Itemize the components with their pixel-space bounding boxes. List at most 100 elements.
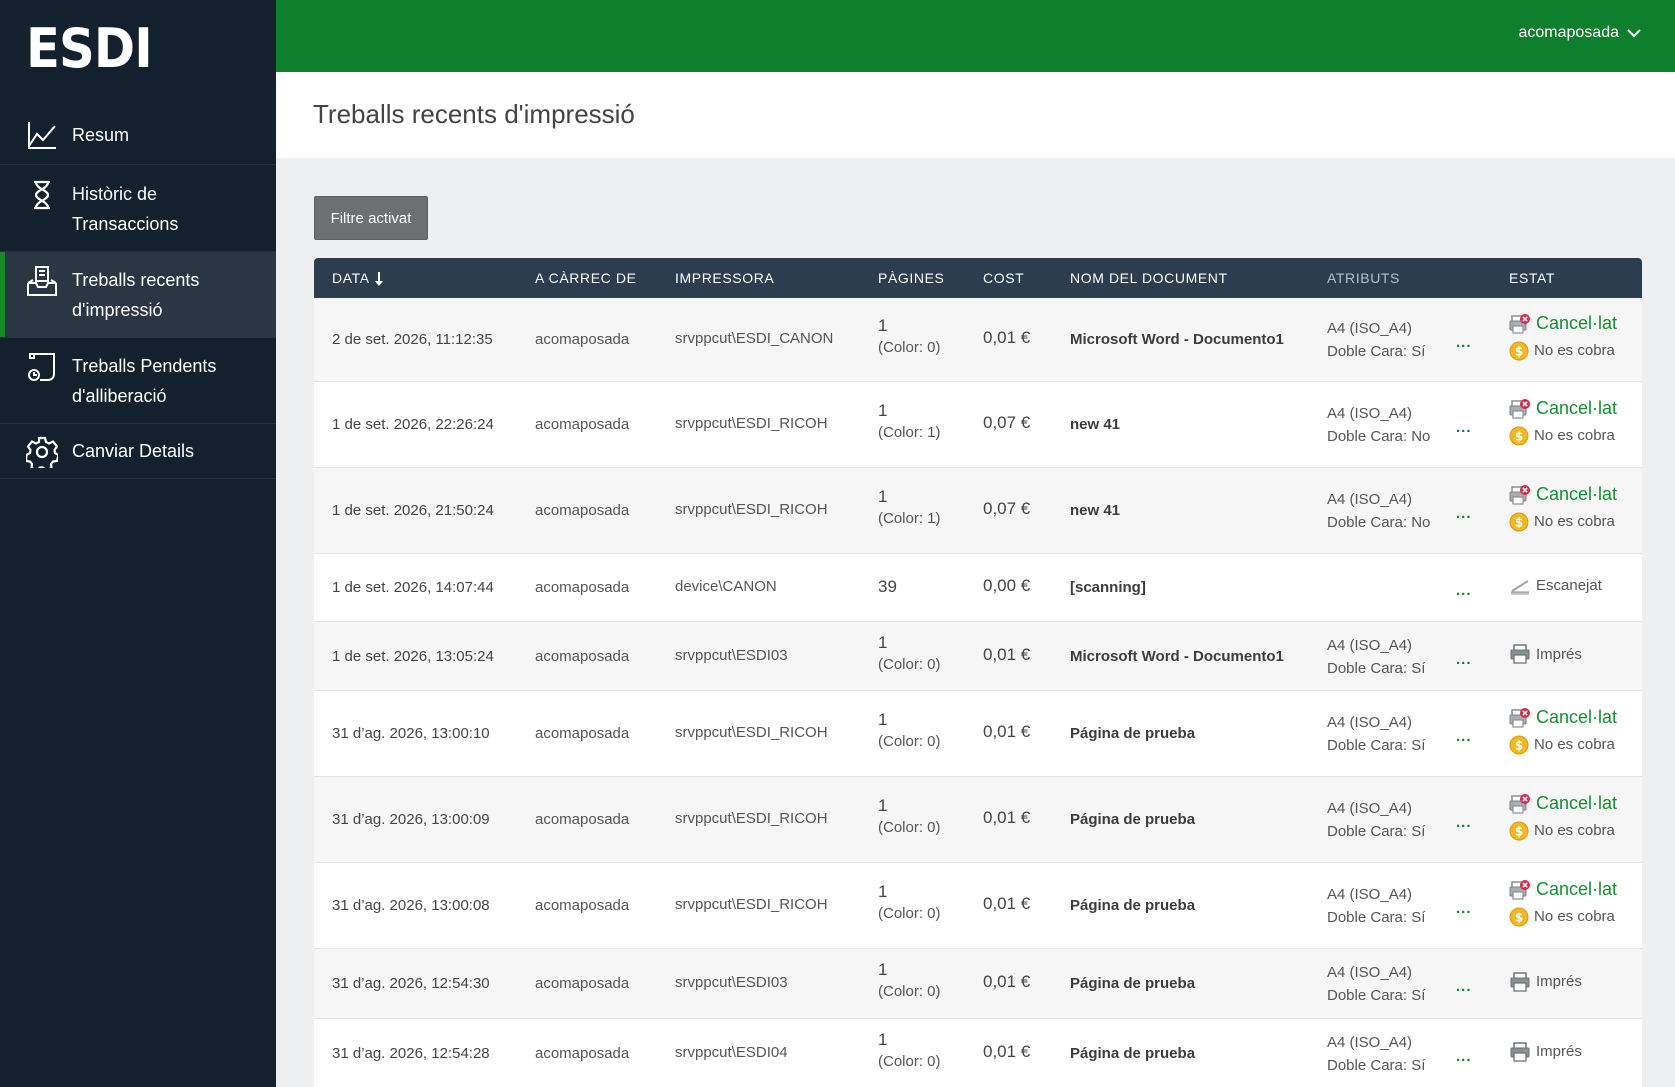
logo[interactable]: ESDI: [0, 0, 276, 105]
inbox-tray-icon: [27, 266, 57, 296]
status-canceled: Cancel·lat: [1509, 481, 1617, 508]
hourglass-icon: [34, 180, 50, 210]
pending-document-icon: [28, 353, 55, 381]
pages-count: 1: [878, 487, 888, 506]
more-details-link[interactable]: ...: [1456, 419, 1472, 436]
cell-user: acomaposada: [535, 647, 630, 665]
attr-paper: A4 (ISO_A4): [1327, 964, 1413, 981]
coin-icon: $: [1509, 512, 1529, 531]
more-details-link[interactable]: ...: [1456, 505, 1472, 522]
cell-pages: 1 (Color: 1): [878, 401, 941, 441]
pages-color: (Color: 1): [878, 424, 941, 441]
cell-document: new 41: [1070, 502, 1121, 519]
cell-date: 2 de set. 2026, 11:12:35: [332, 331, 493, 348]
coin-icon: $: [1509, 426, 1529, 445]
more-details-link[interactable]: ...: [1456, 1048, 1472, 1065]
more-details-link[interactable]: ...: [1456, 814, 1472, 831]
cell-status: Cancel·lat $ No es cobra: [1509, 395, 1617, 449]
print-jobs-table: DATA A CÀRREC DE IMPRESSORA PÀGINES COST…: [314, 258, 1642, 1087]
cell-printer: device\CANON: [675, 578, 777, 595]
header-cost[interactable]: COST: [983, 270, 1024, 286]
sidebar: ESDI Resum Històric de Transaccions Treb…: [0, 0, 276, 1087]
sidebar-item-label: Resum: [72, 125, 130, 145]
more-details-link[interactable]: ...: [1456, 900, 1472, 917]
header-charged-to[interactable]: A CÀRREC DE: [535, 270, 637, 286]
cell-user: acomaposada: [535, 1045, 630, 1062]
charge-label: No es cobra: [1534, 736, 1615, 753]
cell-user: acomaposada: [535, 975, 630, 992]
cell-printer: srvppcut\ESDI_RICOH: [675, 415, 828, 432]
cell-document: Página de prueba: [1070, 897, 1196, 914]
cell-printer: srvppcut\ESDI_RICOH: [675, 810, 828, 827]
cell-date: 1 de set. 2026, 13:05:24: [332, 647, 494, 665]
cell-pages: 1 (Color: 0): [878, 882, 941, 922]
attr-paper: A4 (ISO_A4): [1327, 491, 1413, 508]
printer-cancel-icon: [1509, 484, 1530, 505]
pages-color: (Color: 0): [878, 1053, 941, 1070]
sidebar-item-treballs-pendents[interactable]: Treballs Pendents d'alliberació: [0, 338, 276, 424]
printer-cancel-icon: [1509, 313, 1530, 334]
status-label: Imprés: [1536, 973, 1582, 990]
coin-icon: $: [1509, 341, 1529, 360]
charge-label: No es cobra: [1534, 513, 1615, 530]
table-row: 1 de set. 2026, 21:50:24 acomaposada srvpp…: [314, 468, 1642, 554]
attr-duplex: Doble Cara: Sí: [1327, 737, 1426, 754]
header-document[interactable]: NOM DEL DOCUMENT: [1070, 270, 1228, 286]
attr-duplex: Doble Cara: Sí: [1327, 987, 1426, 1004]
pages-color: (Color: 0): [878, 733, 941, 750]
cell-status: Escanejat: [1509, 572, 1602, 599]
attr-duplex: Doble Cara: Sí: [1327, 343, 1426, 360]
more-details-link[interactable]: ...: [1456, 978, 1472, 995]
cell-user: acomaposada: [535, 416, 630, 433]
table-row: 31 d’ag. 2026, 13:00:09 acomaposada srvppc…: [314, 777, 1642, 863]
cell-printer: srvppcut\ESDI_RICOH: [675, 724, 828, 741]
page-title: Treballs recents d'impressió: [313, 99, 635, 129]
charge-label: No es cobra: [1534, 342, 1615, 359]
attr-paper: A4 (ISO_A4): [1327, 714, 1413, 731]
more-details-link[interactable]: ...: [1456, 728, 1472, 745]
header-pages[interactable]: PÀGINES: [878, 270, 944, 286]
pages-color: (Color: 0): [878, 819, 941, 836]
svg-text:$: $: [1515, 738, 1523, 752]
cell-attributes: A4 (ISO_A4) Doble Cara: No: [1327, 402, 1430, 448]
header-status[interactable]: ESTAT: [1509, 270, 1555, 286]
cell-user: acomaposada: [535, 331, 630, 348]
attr-paper: A4 (ISO_A4): [1327, 405, 1413, 422]
attr-duplex: Doble Cara: Sí: [1327, 909, 1426, 926]
sidebar-item-canviar-details[interactable]: Canviar Details: [0, 424, 276, 479]
printer-cancel-icon: [1509, 793, 1530, 814]
charge-label: No es cobra: [1534, 822, 1615, 839]
cell-date: 31 d’ag. 2026, 13:00:08: [332, 897, 490, 914]
cell-document: Página de prueba: [1070, 725, 1196, 742]
table-header: DATA A CÀRREC DE IMPRESSORA PÀGINES COST…: [314, 258, 1642, 298]
pages-color: (Color: 0): [878, 983, 941, 1000]
cell-user: acomaposada: [535, 897, 630, 914]
top-bar: acomaposada: [276, 0, 1675, 72]
status-label: Imprés: [1536, 645, 1582, 663]
user-menu[interactable]: acomaposada: [1518, 24, 1641, 42]
cell-date: 1 de set. 2026, 21:50:24: [332, 502, 494, 519]
cell-status: Imprés: [1509, 641, 1582, 668]
printer-icon: [1510, 971, 1530, 992]
pages-color: (Color: 1): [878, 510, 941, 527]
filter-button[interactable]: Filtre activat: [314, 196, 428, 240]
more-details-link[interactable]: ...: [1456, 582, 1472, 599]
pages-count: 1: [878, 796, 888, 815]
sidebar-item-historic[interactable]: Històric de Transaccions: [0, 165, 276, 252]
cell-attributes: A4 (ISO_A4) Doble Cara: Sí: [1327, 1031, 1425, 1077]
header-printer[interactable]: IMPRESSORA: [675, 270, 774, 286]
cell-status: Cancel·lat $ No es cobra: [1509, 310, 1617, 364]
page-header: Treballs recents d'impressió: [276, 72, 1675, 158]
status-canceled: Cancel·lat: [1509, 876, 1617, 903]
cell-user: acomaposada: [535, 502, 630, 519]
header-date[interactable]: DATA: [332, 270, 384, 287]
sidebar-item-treballs-recents[interactable]: Treballs recents d'impressió: [0, 252, 276, 338]
more-details-link[interactable]: ...: [1456, 651, 1472, 668]
more-details-link[interactable]: ...: [1456, 334, 1472, 351]
attr-paper: A4 (ISO_A4): [1327, 636, 1413, 654]
cell-status: Cancel·lat $ No es cobra: [1509, 876, 1617, 930]
sidebar-item-resum[interactable]: Resum: [0, 105, 276, 165]
status-no-charge: $ No es cobra: [1509, 903, 1617, 930]
cell-document: [scanning]: [1070, 579, 1146, 596]
chevron-down-icon: [1627, 29, 1641, 38]
